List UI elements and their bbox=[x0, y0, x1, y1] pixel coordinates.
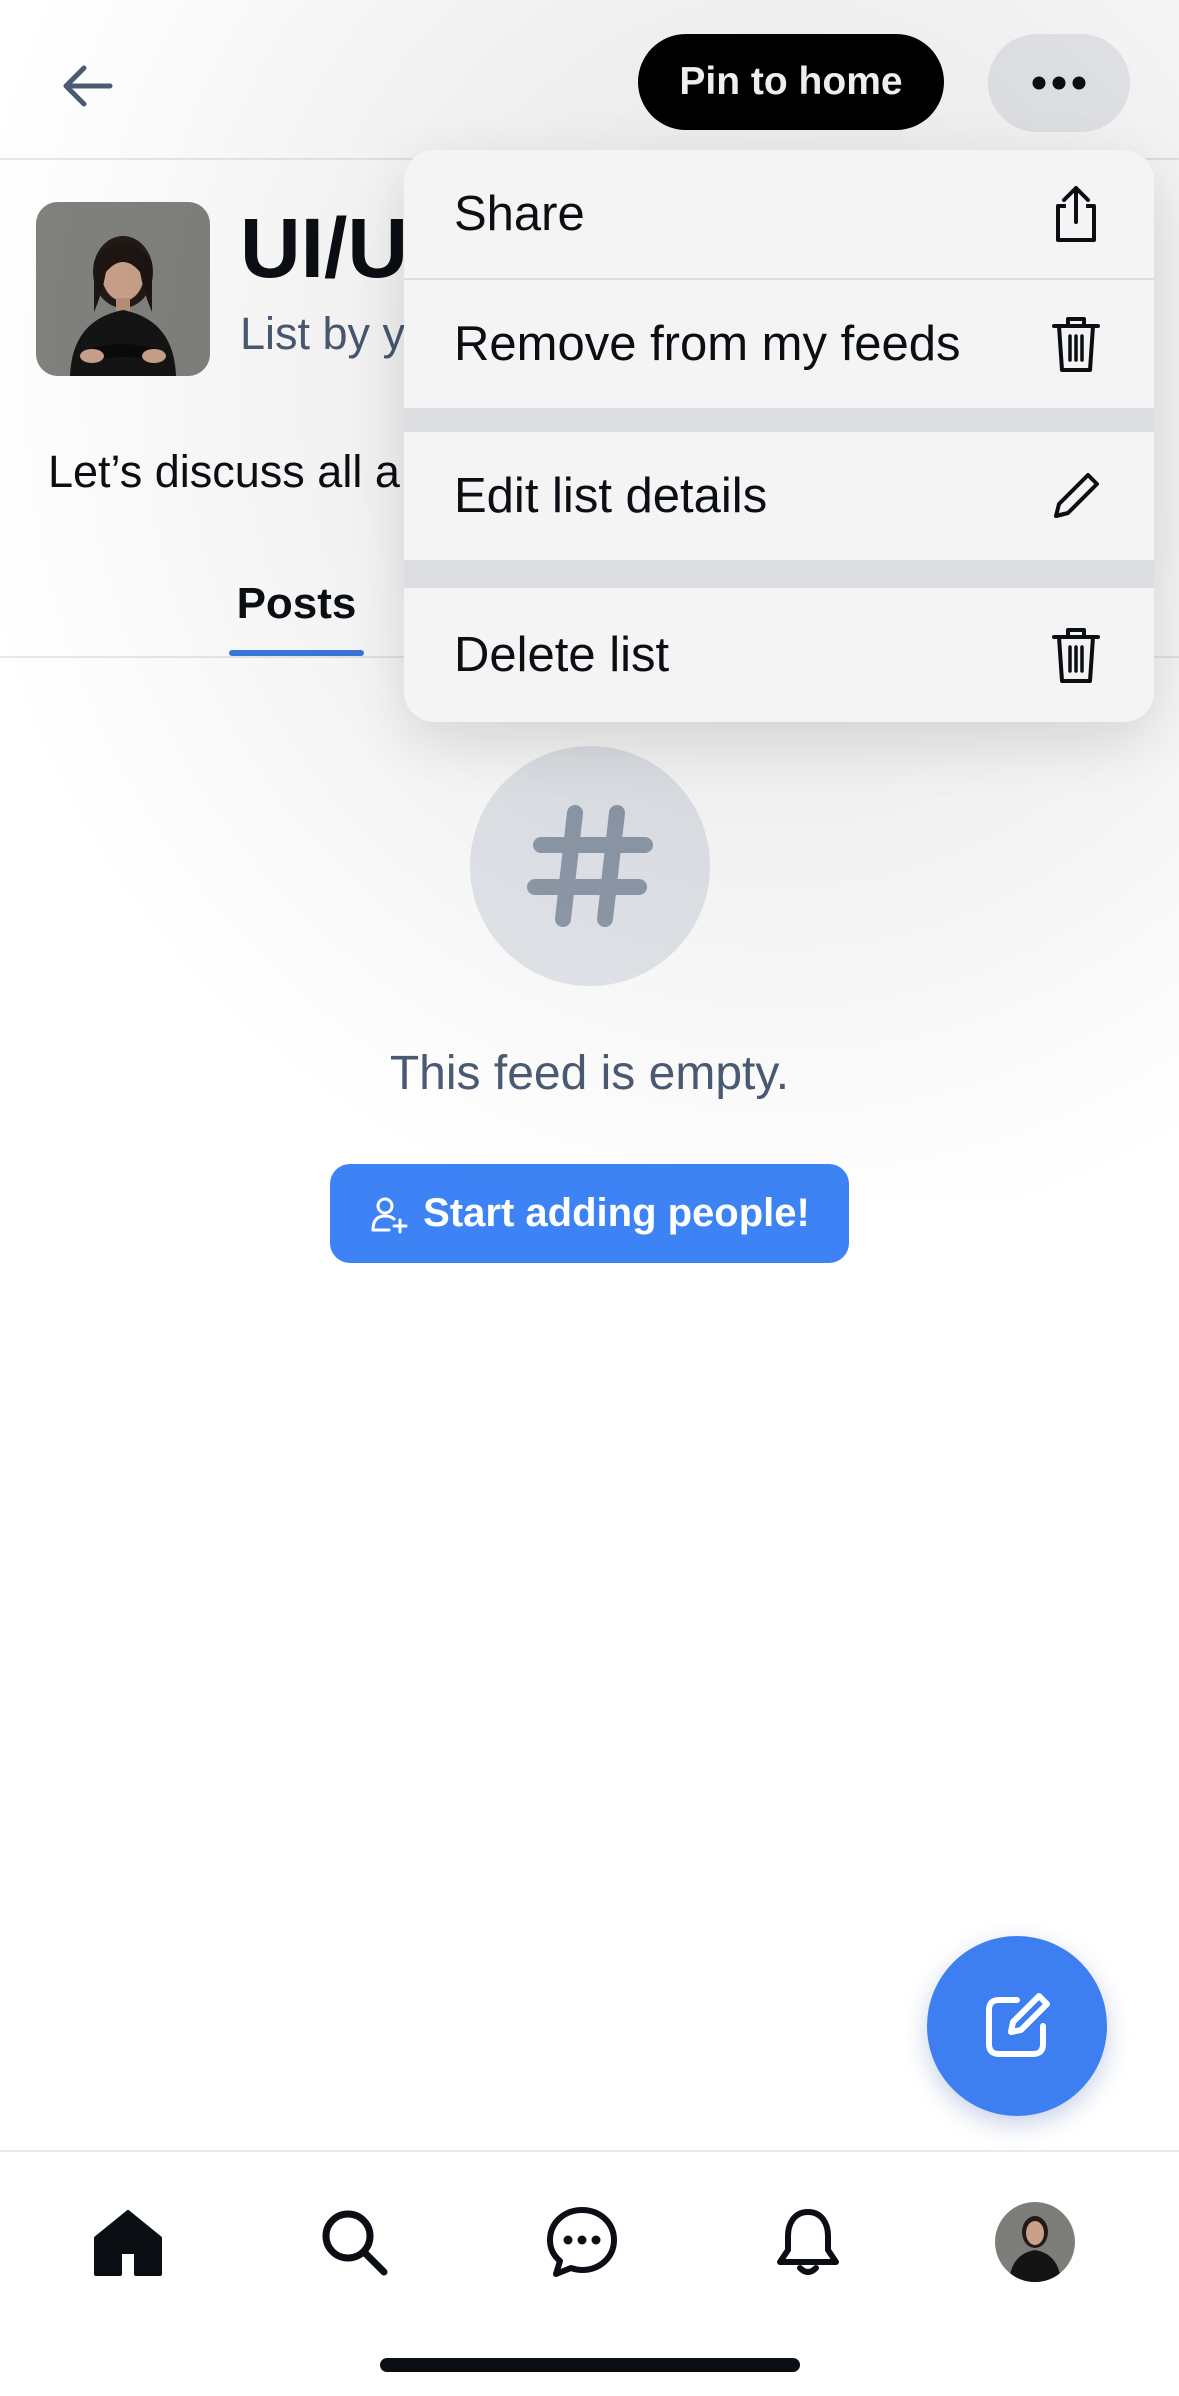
add-person-icon bbox=[371, 1197, 408, 1233]
trash-icon bbox=[1046, 625, 1106, 685]
list-byline: List by y bbox=[240, 308, 406, 359]
nav-profile[interactable] bbox=[985, 2192, 1085, 2292]
hashtag-icon bbox=[527, 805, 653, 927]
pencil-icon bbox=[1046, 466, 1106, 526]
tab-posts[interactable]: Posts bbox=[229, 550, 364, 658]
compose-icon bbox=[986, 1993, 1050, 2057]
list-description: Let’s discuss all a bbox=[48, 446, 400, 497]
search-icon bbox=[322, 2210, 388, 2276]
empty-feed-illustration bbox=[470, 746, 710, 986]
pin-to-home-button[interactable]: Pin to home bbox=[638, 34, 944, 130]
menu-item-edit-label: Edit list details bbox=[454, 469, 768, 523]
nav-chat[interactable] bbox=[532, 2192, 632, 2292]
profile-avatar-image bbox=[995, 2202, 1075, 2282]
nav-notifications[interactable] bbox=[758, 2192, 858, 2292]
start-adding-people-label: Start adding people! bbox=[423, 1191, 810, 1235]
chat-icon bbox=[547, 2207, 617, 2277]
ellipsis-icon bbox=[1032, 76, 1086, 90]
back-button[interactable] bbox=[46, 44, 130, 128]
menu-item-share[interactable]: Share bbox=[404, 150, 1154, 278]
bottom-navigation bbox=[0, 2150, 1179, 2396]
nav-home[interactable] bbox=[78, 2192, 178, 2292]
avatar bbox=[995, 2202, 1075, 2282]
list-avatar-image bbox=[36, 202, 210, 376]
empty-feed-message: This feed is empty. bbox=[389, 1047, 790, 1100]
menu-item-share-label: Share bbox=[454, 187, 585, 241]
menu-item-delete-list[interactable]: Delete list bbox=[404, 588, 1154, 722]
trash-icon bbox=[1046, 314, 1106, 374]
list-options-menu: Share Remove from my feeds Edit list det… bbox=[404, 150, 1154, 722]
menu-item-edit-list[interactable]: Edit list details bbox=[404, 432, 1154, 560]
home-icon bbox=[94, 2210, 162, 2276]
active-tab-indicator bbox=[229, 650, 364, 656]
start-adding-people-button[interactable]: Start adding people! bbox=[330, 1164, 849, 1263]
compose-post-button[interactable] bbox=[927, 1936, 1107, 2116]
menu-item-delete-label: Delete list bbox=[454, 628, 670, 682]
arrow-left-icon bbox=[63, 65, 113, 107]
more-options-button[interactable] bbox=[988, 34, 1130, 132]
menu-item-remove-label: Remove from my feeds bbox=[454, 317, 961, 371]
top-bar: Pin to home bbox=[0, 0, 1179, 160]
nav-search[interactable] bbox=[304, 2192, 404, 2292]
share-icon bbox=[1046, 184, 1106, 244]
menu-item-remove-from-feeds[interactable]: Remove from my feeds bbox=[404, 280, 1154, 408]
home-indicator bbox=[380, 2358, 800, 2372]
list-avatar bbox=[36, 202, 210, 376]
bell-icon bbox=[777, 2209, 839, 2275]
